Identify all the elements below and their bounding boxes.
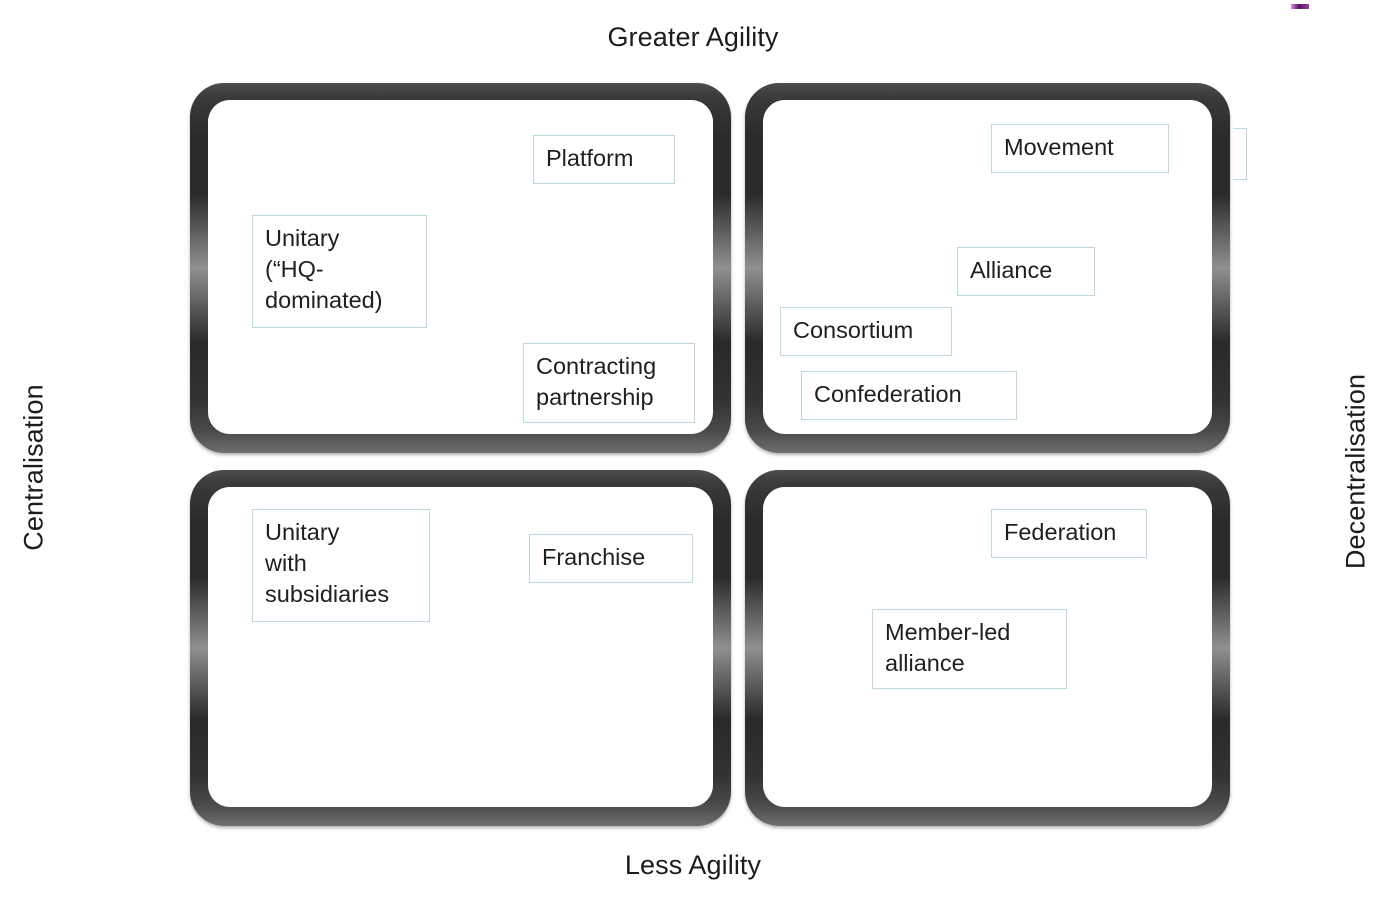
node-confederation[interactable]: Confederation — [801, 371, 1017, 420]
quadrant-decentralised-greater-agility: Movement Alliance Consortium Confederati… — [745, 83, 1230, 453]
axis-label-bottom: Less Agility — [624, 850, 762, 880]
quadrant-decentralised-less-agility: Federation Member-led alliance — [745, 470, 1230, 826]
diagram-canvas: Greater Agility Less Agility Centralisat… — [0, 0, 1386, 900]
node-platform[interactable]: Platform — [533, 135, 675, 184]
clipped-node-fragment — [1233, 128, 1247, 180]
node-unitary-with-subsidiaries[interactable]: Unitary with subsidiaries — [252, 509, 430, 622]
node-movement[interactable]: Movement — [991, 124, 1169, 173]
quadrant-surface: Platform Unitary (“HQ- dominated) Contra… — [208, 100, 713, 434]
node-contracting-partnership[interactable]: Contracting partnership — [523, 343, 695, 423]
quadrant-surface: Unitary with subsidiaries Franchise — [208, 487, 713, 807]
quadrant-centralised-less-agility: Unitary with subsidiaries Franchise — [190, 470, 731, 826]
axis-label-left: Centralisation — [18, 384, 49, 551]
axis-label-right: Decentralisation — [1340, 373, 1371, 570]
quadrant-surface: Movement Alliance Consortium Confederati… — [763, 100, 1212, 434]
node-federation[interactable]: Federation — [991, 509, 1147, 558]
quadrant-centralised-greater-agility: Platform Unitary (“HQ- dominated) Contra… — [190, 83, 731, 453]
node-franchise[interactable]: Franchise — [529, 534, 693, 583]
corner-highlight-mark — [1291, 4, 1309, 9]
quadrant-surface: Federation Member-led alliance — [763, 487, 1212, 807]
node-unitary-hq-dominated[interactable]: Unitary (“HQ- dominated) — [252, 215, 427, 328]
axis-label-top: Greater Agility — [607, 22, 779, 52]
node-member-led-alliance[interactable]: Member-led alliance — [872, 609, 1067, 689]
node-consortium[interactable]: Consortium — [780, 307, 952, 356]
node-alliance[interactable]: Alliance — [957, 247, 1095, 296]
